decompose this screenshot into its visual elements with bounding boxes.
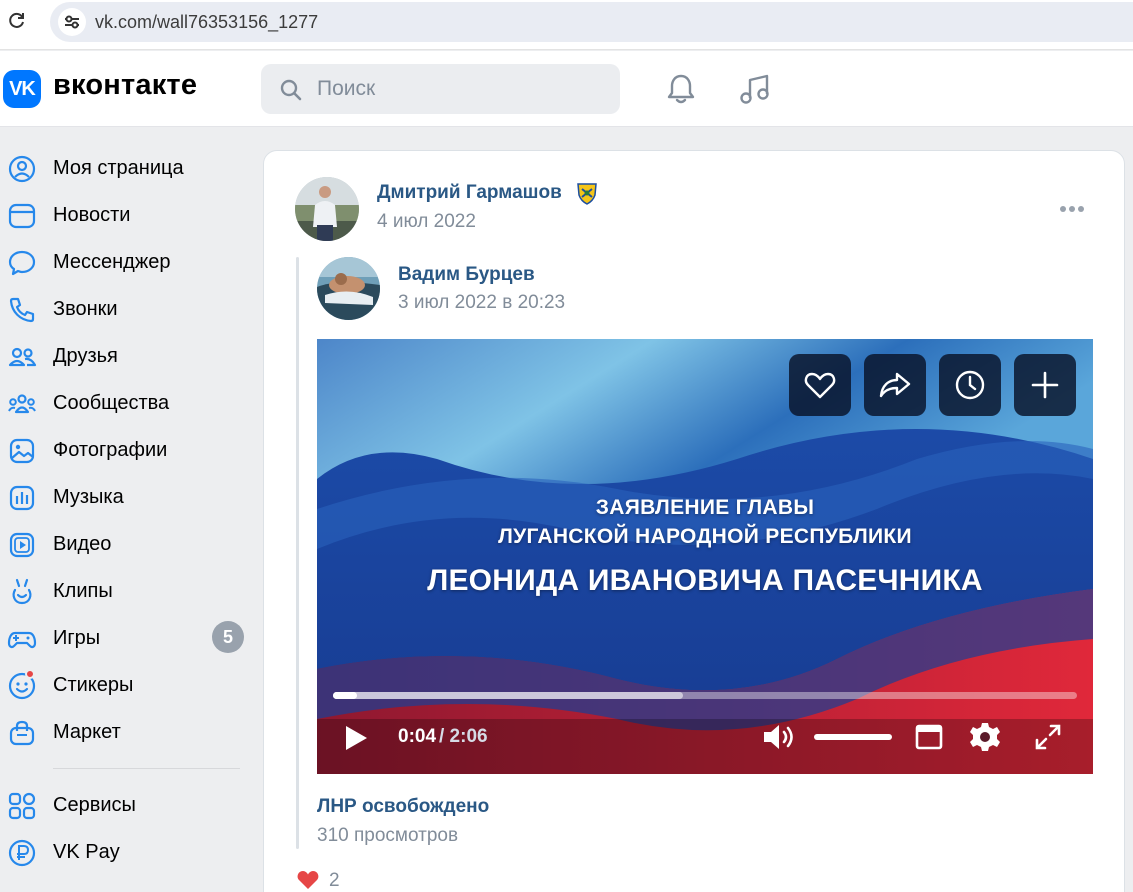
video-caption-line3: ЛЕОНИДА ИВАНОВИЧА ПАСЕЧНИКА [427, 564, 983, 597]
video-icon [9, 532, 35, 558]
site-info-icon[interactable] [58, 8, 86, 36]
news-icon [8, 203, 36, 229]
video-player[interactable]: ЗАЯВЛЕНИЕ ГЛАВЫ ЛУГАНСКОЙ НАРОДНОЙ РЕСПУ… [317, 339, 1093, 774]
music-note-icon[interactable] [737, 71, 773, 107]
share-video-button[interactable] [864, 354, 926, 416]
author-name-link[interactable]: Дмитрий Гармашов [377, 182, 562, 204]
vk-header: VK вконтакте [0, 51, 1133, 127]
sidebar-item-label: Фотографии [53, 439, 168, 461]
clips-icon [12, 578, 32, 605]
sidebar-item-messenger[interactable]: Мессенджер [0, 239, 250, 286]
bell-icon[interactable] [663, 71, 699, 107]
club-emblem-icon [577, 183, 597, 205]
vkpay-ruble-icon [8, 839, 36, 867]
volume-slider[interactable] [814, 734, 892, 740]
services-icon [8, 792, 36, 820]
sidebar-item-games[interactable]: Игры 5 [0, 615, 250, 662]
sidebar-item-label: Стикеры [53, 674, 134, 696]
sidebar-item-news[interactable]: Новости [0, 192, 250, 239]
market-bag-icon [9, 720, 35, 746]
repost-author-avatar[interactable] [317, 257, 380, 320]
user-circle-icon [8, 155, 36, 183]
repost-line [296, 257, 299, 849]
reload-icon[interactable] [6, 10, 28, 32]
communities-icon [8, 394, 36, 414]
settings-gear-icon[interactable] [969, 721, 1001, 753]
video-buffered [333, 692, 683, 699]
repost-author-name-link[interactable]: Вадим Бурцев [398, 264, 535, 286]
post-card: Дмитрий Гармашов 4 июл 2022 Вадим Бурцев… [263, 150, 1125, 892]
fullscreen-icon[interactable] [1034, 723, 1062, 751]
sidebar-item-label: Маркет [53, 721, 121, 743]
sidebar-item-communities[interactable]: Сообщества [0, 380, 250, 427]
video-views-count: 310 просмотров [317, 825, 459, 846]
video-total-time: / 2:06 [439, 726, 488, 747]
search-icon [280, 79, 302, 101]
sidebar-item-label: Видео [53, 533, 112, 555]
more-options-icon[interactable] [1060, 203, 1088, 215]
sidebar-item-label: Сервисы [53, 794, 136, 816]
sidebar-item-services[interactable]: Сервисы [0, 782, 250, 829]
browser-toolbar: vk.com/wall76353156_1277 [0, 0, 1133, 50]
sidebar-item-clips[interactable]: Клипы [0, 568, 250, 615]
sidebar-item-label: Моя страница [53, 157, 184, 179]
like-heart-icon[interactable] [295, 867, 321, 892]
sidebar-item-photos[interactable]: Фотографии [0, 427, 250, 474]
sidebar-item-label: Музыка [53, 486, 124, 508]
friends-icon [8, 347, 37, 367]
post-date[interactable]: 4 июл 2022 [377, 211, 476, 233]
watch-later-button[interactable] [939, 354, 1001, 416]
sidebar-divider [53, 768, 240, 769]
video-caption-line2: ЛУГАНСКОЙ НАРОДНОЙ РЕСПУБЛИКИ [498, 525, 912, 548]
sidebar-item-vkpay[interactable]: VK Pay [0, 829, 250, 876]
sidebar-item-label: Звонки [53, 298, 118, 320]
author-avatar[interactable] [295, 177, 359, 241]
video-played [333, 692, 357, 699]
sidebar-item-friends[interactable]: Друзья [0, 333, 250, 380]
video-current-time: 0:04 [398, 726, 437, 747]
picture-in-picture-icon[interactable] [915, 722, 943, 752]
volume-icon[interactable] [762, 722, 796, 752]
sidebar-item-label: VK Pay [53, 841, 120, 863]
add-video-button[interactable] [1014, 354, 1076, 416]
video-title-link[interactable]: ЛНР освобождено [317, 796, 489, 818]
unread-dot [25, 669, 35, 679]
vk-logo-icon[interactable]: VK [3, 70, 41, 108]
sidebar-item-music[interactable]: Музыка [0, 474, 250, 521]
address-bar[interactable]: vk.com/wall76353156_1277 [50, 2, 1133, 42]
repost-date[interactable]: 3 июл 2022 в 20:23 [398, 292, 565, 314]
notification-badge: 5 [212, 621, 244, 653]
sidebar-item-label: Игры [53, 627, 101, 649]
sidebar-item-label: Мессенджер [53, 251, 171, 273]
sidebar-item-label: Сообщества [53, 392, 170, 414]
photo-icon [9, 438, 35, 464]
sidebar-item-stickers[interactable]: Стикеры [0, 662, 250, 709]
video-progress-bar[interactable] [333, 692, 1077, 699]
search-input[interactable] [317, 64, 607, 114]
sidebar-item-my-page[interactable]: Моя страница [0, 145, 250, 192]
vk-wordmark[interactable]: вконтакте [53, 69, 197, 102]
sidebar-item-label: Клипы [53, 580, 113, 602]
sidebar-item-market[interactable]: Маркет [0, 709, 250, 756]
sidebar-item-label: Друзья [53, 345, 118, 367]
like-count: 2 [329, 870, 340, 891]
gamepad-icon [7, 631, 37, 649]
search-box[interactable] [261, 64, 620, 114]
play-icon[interactable] [343, 724, 369, 752]
sidebar-item-calls[interactable]: Звонки [0, 286, 250, 333]
video-caption-line1: ЗАЯВЛЕНИЕ ГЛАВЫ [595, 496, 815, 519]
sidebar-item-label: Новости [53, 204, 131, 226]
message-icon [8, 250, 36, 276]
url-text[interactable]: vk.com/wall76353156_1277 [95, 12, 318, 33]
left-sidebar: Моя страница Новости Мессенджер Звонки Д… [0, 145, 250, 876]
like-video-button[interactable] [789, 354, 851, 416]
sidebar-item-video[interactable]: Видео [0, 521, 250, 568]
phone-icon [9, 297, 35, 323]
music-bars-icon [9, 485, 35, 511]
